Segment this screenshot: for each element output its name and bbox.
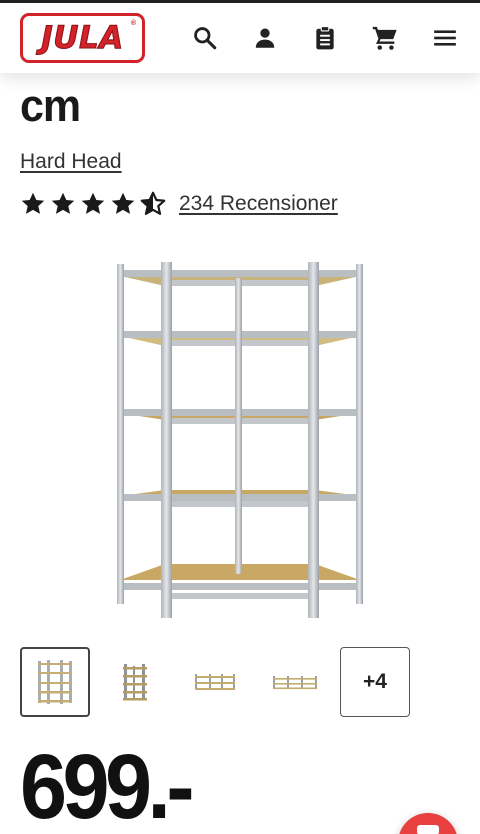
product-title: cm xyxy=(20,81,81,132)
star-icon xyxy=(81,192,105,214)
thumbnail-shelf-front xyxy=(38,660,72,704)
image-thumbnails: +4 xyxy=(20,647,410,717)
account-icon[interactable] xyxy=(249,22,281,54)
thumbnail-2[interactable] xyxy=(100,647,170,717)
corner-shelf-image xyxy=(117,262,363,618)
thumbnail-3[interactable] xyxy=(180,647,250,717)
logo-registered-mark: ® xyxy=(130,20,136,27)
logo-text: JULA xyxy=(41,19,124,56)
site-header: JULA ® xyxy=(0,3,480,73)
search-icon[interactable] xyxy=(189,22,221,54)
more-images-button[interactable]: +4 xyxy=(340,647,410,717)
shopping-list-icon[interactable] xyxy=(309,22,341,54)
thumbnail-shelf-configuration xyxy=(195,674,235,690)
rating-stars xyxy=(20,191,166,217)
star-half-icon xyxy=(140,191,166,215)
star-icon xyxy=(21,192,45,214)
thumbnail-shelf-angle xyxy=(123,664,147,701)
jula-logo[interactable]: JULA ® xyxy=(20,13,145,63)
product-price: 699.- xyxy=(20,736,195,834)
star-icon xyxy=(51,192,75,214)
thumbnail-4[interactable] xyxy=(260,647,330,717)
thumbnail-1[interactable] xyxy=(20,647,90,717)
thumbnail-shelf-wide xyxy=(273,676,317,690)
chat-icon xyxy=(417,825,439,834)
reviews-link[interactable]: 234 Recensioner xyxy=(179,192,338,216)
cart-icon[interactable] xyxy=(369,22,401,54)
star-icon xyxy=(111,192,135,214)
product-rating: 234 Recensioner xyxy=(20,189,338,219)
brand-link[interactable]: Hard Head xyxy=(20,150,122,174)
menu-icon[interactable] xyxy=(429,22,461,54)
product-main-image[interactable] xyxy=(115,258,365,620)
chat-button[interactable] xyxy=(398,813,458,834)
